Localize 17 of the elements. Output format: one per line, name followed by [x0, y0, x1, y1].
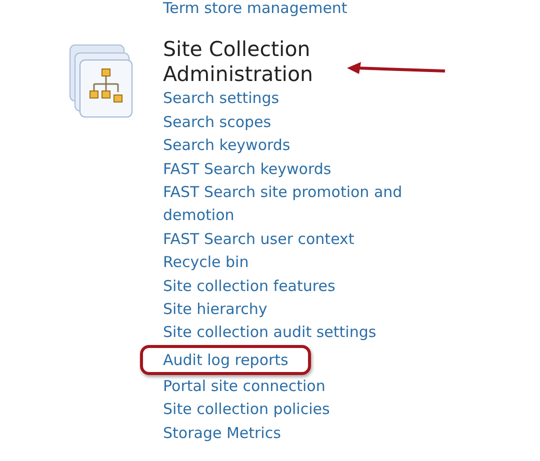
- nav-link[interactable]: FAST Search user context: [163, 228, 354, 252]
- nav-link[interactable]: Search settings: [163, 87, 280, 111]
- nav-link[interactable]: Recycle bin: [163, 251, 249, 275]
- nav-link[interactable]: Storage Metrics: [163, 422, 281, 446]
- nav-link[interactable]: Site collection features: [163, 274, 336, 298]
- nav-link[interactable]: FAST Search site promotion and demotion: [163, 181, 453, 228]
- nav-link[interactable]: FAST Search keywords: [163, 158, 332, 182]
- nav-link[interactable]: Term store management: [163, 0, 540, 20]
- nav-link[interactable]: Portal site connection: [163, 374, 326, 398]
- nav-link[interactable]: Site collection policies: [163, 398, 330, 422]
- site-hierarchy-icon: [68, 43, 134, 120]
- nav-link[interactable]: Site hierarchy: [163, 298, 268, 322]
- nav-link[interactable]: Search scopes: [163, 110, 272, 134]
- nav-link[interactable]: Search keywords: [163, 134, 290, 158]
- nav-link[interactable]: Audit log reports: [163, 348, 288, 372]
- nav-link[interactable]: Site collection audit settings: [163, 321, 376, 345]
- section-title: Site Collection Administration: [163, 37, 314, 88]
